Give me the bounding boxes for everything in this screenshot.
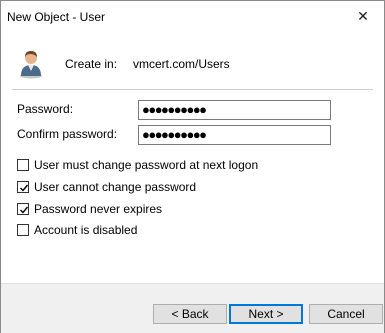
create-in-path: vmcert.com/Users — [133, 57, 230, 71]
confirm-password-label: Confirm password: — [17, 127, 118, 141]
must-change-password-label[interactable]: User must change password at next logon — [34, 158, 258, 172]
divider — [12, 89, 373, 90]
confirm-password-value: ●●●●●●●●●● — [142, 127, 207, 142]
account-disabled-checkbox[interactable] — [17, 224, 29, 236]
password-label: Password: — [17, 102, 74, 116]
password-field[interactable]: ●●●●●●●●●● — [138, 100, 331, 120]
password-value: ●●●●●●●●●● — [142, 102, 207, 117]
password-never-expires-label[interactable]: Password never expires — [34, 202, 162, 216]
back-button[interactable]: < Back — [153, 304, 227, 324]
cannot-change-password-label[interactable]: User cannot change password — [34, 180, 196, 194]
close-icon[interactable]: ✕ — [348, 3, 378, 29]
must-change-password-checkbox[interactable] — [17, 159, 29, 171]
user-icon — [20, 51, 42, 79]
checkmark-icon — [20, 206, 29, 214]
password-never-expires-checkbox[interactable] — [17, 203, 29, 215]
dialog-content: Create in: vmcert.com/Users Password: ●●… — [1, 31, 384, 283]
confirm-password-field[interactable]: ●●●●●●●●●● — [138, 125, 331, 145]
title-bar[interactable]: New Object - User ✕ — [1, 1, 384, 31]
account-disabled-label[interactable]: Account is disabled — [34, 223, 137, 237]
button-bar: < Back Next > Cancel — [1, 283, 384, 333]
window-title: New Object - User — [7, 10, 106, 24]
next-button[interactable]: Next > — [229, 304, 303, 324]
create-in-label: Create in: — [65, 57, 118, 71]
cannot-change-password-checkbox[interactable] — [17, 181, 29, 193]
new-user-dialog: New Object - User ✕ Create in: vmcert.co… — [0, 0, 385, 333]
checkmark-icon — [20, 184, 29, 192]
cancel-button[interactable]: Cancel — [309, 304, 383, 324]
